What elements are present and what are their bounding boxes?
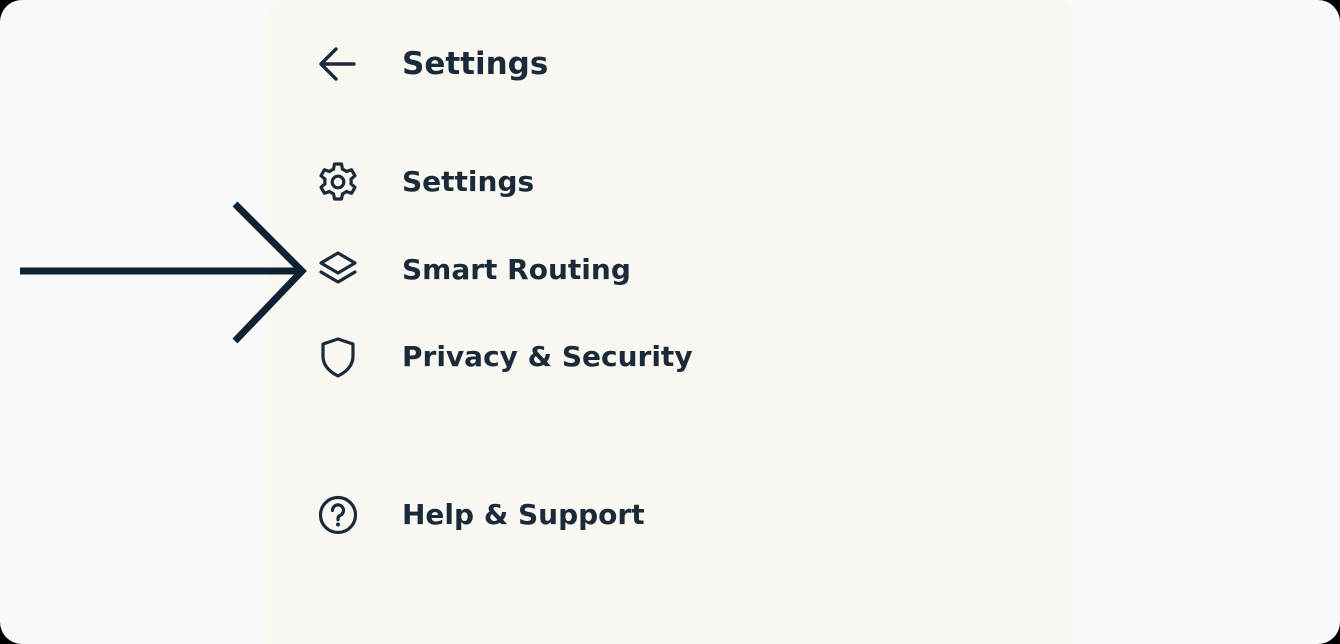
menu-item-smart-routing[interactable]: Smart Routing bbox=[316, 245, 736, 295]
menu-item-label: Help & Support bbox=[402, 498, 645, 531]
back-button[interactable] bbox=[318, 43, 360, 85]
menu-item-label: Smart Routing bbox=[402, 253, 631, 286]
arrow-left-icon bbox=[319, 47, 356, 81]
menu-item-help-support[interactable]: Help & Support bbox=[316, 490, 736, 540]
app-window: Settings Settings Smart Routing Privacy … bbox=[0, 0, 1340, 644]
layers-icon bbox=[316, 247, 362, 293]
menu-item-settings[interactable]: Settings bbox=[316, 157, 736, 207]
help-circle-icon bbox=[316, 492, 362, 538]
page-title: Settings bbox=[402, 46, 549, 82]
settings-header bbox=[318, 40, 360, 88]
menu-item-label: Settings bbox=[402, 165, 535, 198]
settings-panel bbox=[266, 0, 1074, 644]
gear-icon bbox=[316, 159, 362, 205]
menu-item-privacy-security[interactable]: Privacy & Security bbox=[316, 332, 736, 382]
shield-icon bbox=[316, 334, 362, 380]
menu-item-label: Privacy & Security bbox=[402, 340, 693, 373]
